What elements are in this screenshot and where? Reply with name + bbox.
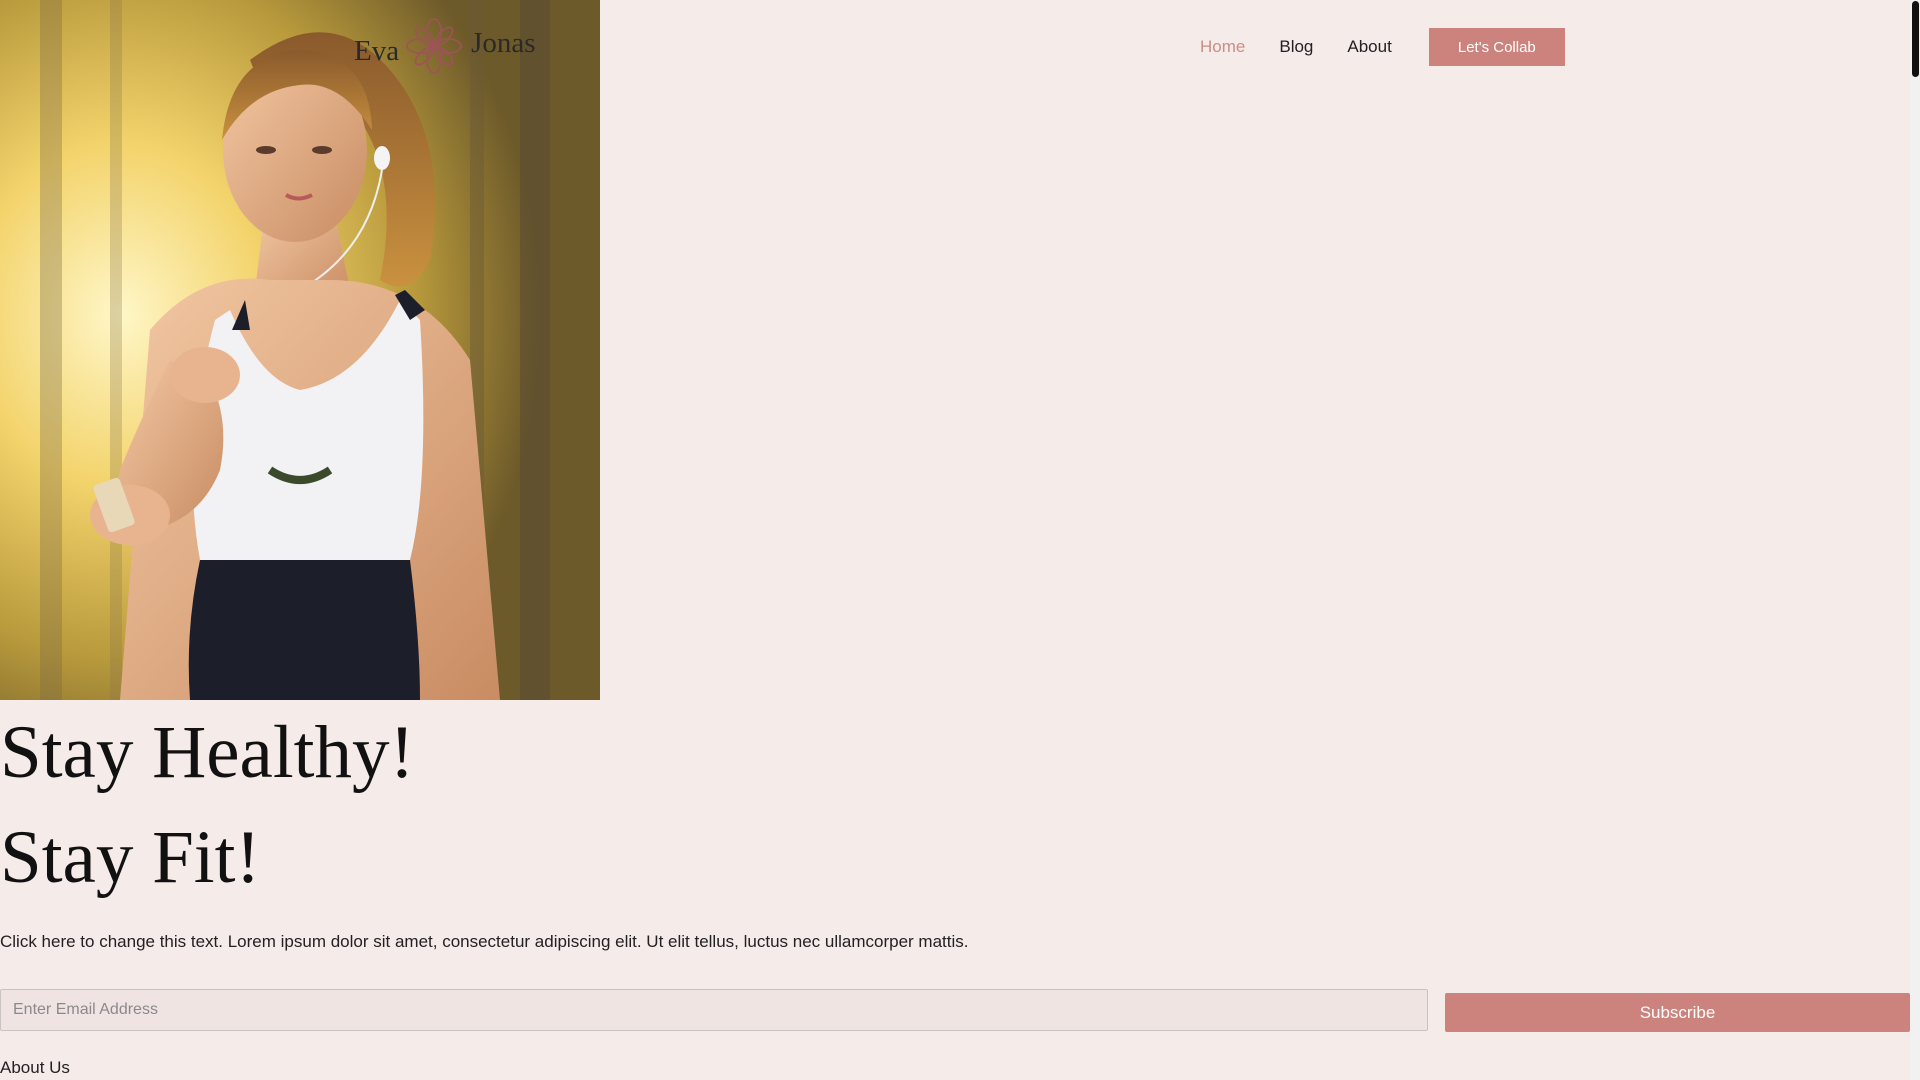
nav-blog[interactable]: Blog — [1262, 31, 1330, 63]
headline-stay-fit: Stay Fit! — [0, 816, 261, 899]
flower-icon — [403, 15, 465, 77]
headline-stay-healthy: Stay Healthy! — [0, 711, 415, 794]
hero-body-text: Click here to change this text. Lorem ip… — [0, 932, 969, 951]
main-nav: Home Blog About Let's Collab — [1183, 28, 1565, 66]
logo-last-name: Jonas — [471, 26, 536, 59]
scrollbar-thumb[interactable] — [1912, 1, 1919, 77]
about-us-heading: About Us — [0, 1058, 70, 1077]
email-input[interactable] — [0, 989, 1428, 1031]
nav-about[interactable]: About — [1330, 31, 1408, 63]
nav-home[interactable]: Home — [1183, 31, 1262, 63]
lets-collab-button[interactable]: Let's Collab — [1428, 28, 1565, 66]
site-logo[interactable]: Eva Jonas — [354, 16, 536, 76]
hero-photo — [0, 0, 600, 700]
logo-first-name: Eva — [354, 34, 400, 67]
page: Eva Jonas Home Blog About Let's Collab S… — [0, 0, 1920, 1080]
scrollbar[interactable] — [1910, 0, 1920, 1080]
subscribe-button[interactable]: Subscribe — [1445, 993, 1910, 1032]
